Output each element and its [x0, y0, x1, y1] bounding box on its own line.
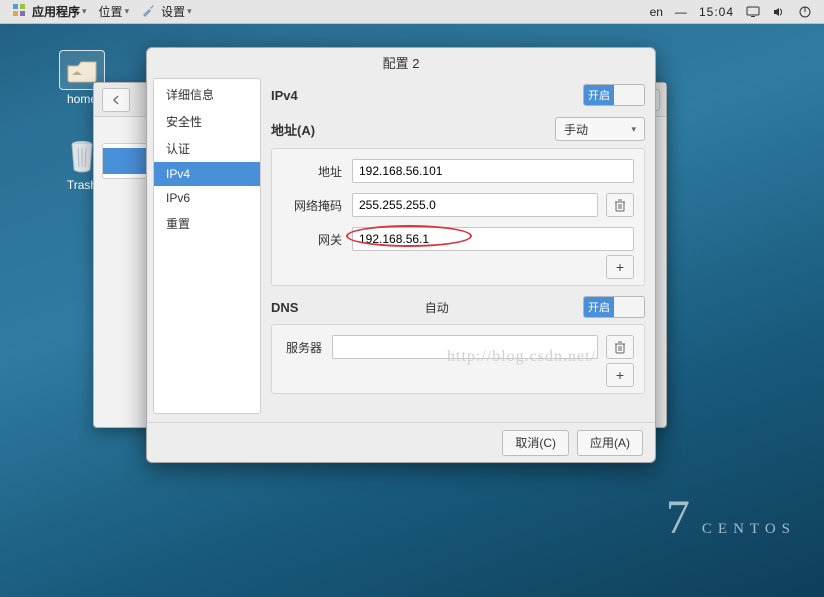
centos-name: CENTOS: [702, 521, 796, 538]
system-tray: en — 15:04: [650, 5, 818, 19]
trash-can-icon: [614, 341, 626, 354]
dns-server-label: 服务器: [282, 339, 332, 356]
applications-label: 应用程序: [32, 3, 80, 20]
dns-auto-label: 自动: [425, 299, 449, 316]
cancel-button[interactable]: 取消(C): [502, 430, 569, 456]
method-select[interactable]: 手动 ▾: [555, 117, 645, 141]
netmask-label: 网络掩码: [282, 197, 352, 214]
address-input[interactable]: [352, 159, 634, 183]
power-icon[interactable]: [798, 5, 812, 19]
add-dns-button[interactable]: +: [606, 363, 634, 387]
add-address-button[interactable]: +: [606, 255, 634, 279]
keyboard-indicator[interactable]: en: [650, 5, 663, 19]
dialog-sidebar: 详细信息 安全性 认证 IPv4 IPv6 重置: [153, 78, 261, 414]
centos-version: 7: [666, 490, 690, 545]
display-icon[interactable]: [746, 5, 760, 19]
dialog-footer: 取消(C) 应用(A): [147, 422, 655, 462]
settings-label: 设置: [161, 3, 185, 20]
sidebar-item-reset[interactable]: 重置: [154, 210, 260, 237]
chevron-down-icon: ▾: [82, 6, 87, 17]
sidebar-item-ipv6[interactable]: IPv6: [154, 186, 260, 210]
address-label: 地址: [282, 163, 352, 180]
sidebar-item-ipv4[interactable]: IPv4: [154, 162, 260, 186]
gateway-label: 网关: [282, 231, 352, 248]
dns-server-input[interactable]: [332, 335, 598, 359]
dns-auto-toggle[interactable]: 开启: [583, 296, 645, 318]
apply-button[interactable]: 应用(A): [577, 430, 643, 456]
clock[interactable]: 15:04: [699, 5, 734, 19]
volume-icon[interactable]: [772, 5, 786, 19]
dialog-title: 配置 2: [147, 48, 655, 76]
activities-icon: [12, 3, 29, 20]
delete-dns-button[interactable]: [606, 335, 634, 359]
dialog-main: IPv4 开启 地址(A) 手动 ▾ 地址 网络掩码: [261, 76, 655, 422]
centos-brand: 7 CENTOS: [666, 490, 796, 545]
chevron-down-icon: ▾: [631, 124, 636, 135]
ipv4-toggle[interactable]: 开启: [583, 84, 645, 106]
sidebar-item-security[interactable]: 安全性: [154, 108, 260, 135]
separator: —: [675, 5, 687, 19]
places-menu[interactable]: 位置 ▾: [93, 0, 136, 23]
top-panel: 应用程序 ▾ 位置 ▾ 设置 ▾ en — 15:04: [0, 0, 824, 24]
dns-panel: 服务器 +: [271, 324, 645, 394]
places-label: 位置: [99, 3, 123, 20]
applications-menu[interactable]: 应用程序 ▾: [6, 0, 93, 23]
method-value: 手动: [564, 121, 588, 138]
dns-header: DNS: [271, 300, 298, 315]
sidebar-item-auth[interactable]: 认证: [154, 135, 260, 162]
sidebar-item-details[interactable]: 详细信息: [154, 81, 260, 108]
toggle-on-label: 开启: [584, 85, 614, 105]
ipv4-header: IPv4: [271, 88, 298, 103]
settings-menu[interactable]: 设置 ▾: [135, 0, 198, 23]
tools-icon: [141, 3, 158, 20]
toggle-on-label: 开启: [584, 297, 614, 317]
chevron-down-icon: ▾: [187, 6, 192, 17]
gateway-input[interactable]: [352, 227, 634, 251]
config-dialog: 配置 2 详细信息 安全性 认证 IPv4 IPv6 重置 IPv4 开启 地址…: [146, 47, 656, 463]
trash-can-icon: [614, 199, 626, 212]
delete-address-button[interactable]: [606, 193, 634, 217]
addresses-header: 地址(A): [271, 120, 315, 139]
addresses-panel: 地址 网络掩码 网关 +: [271, 148, 645, 286]
chevron-down-icon: ▾: [125, 6, 130, 17]
back-button[interactable]: [102, 88, 130, 112]
netmask-input[interactable]: [352, 193, 598, 217]
